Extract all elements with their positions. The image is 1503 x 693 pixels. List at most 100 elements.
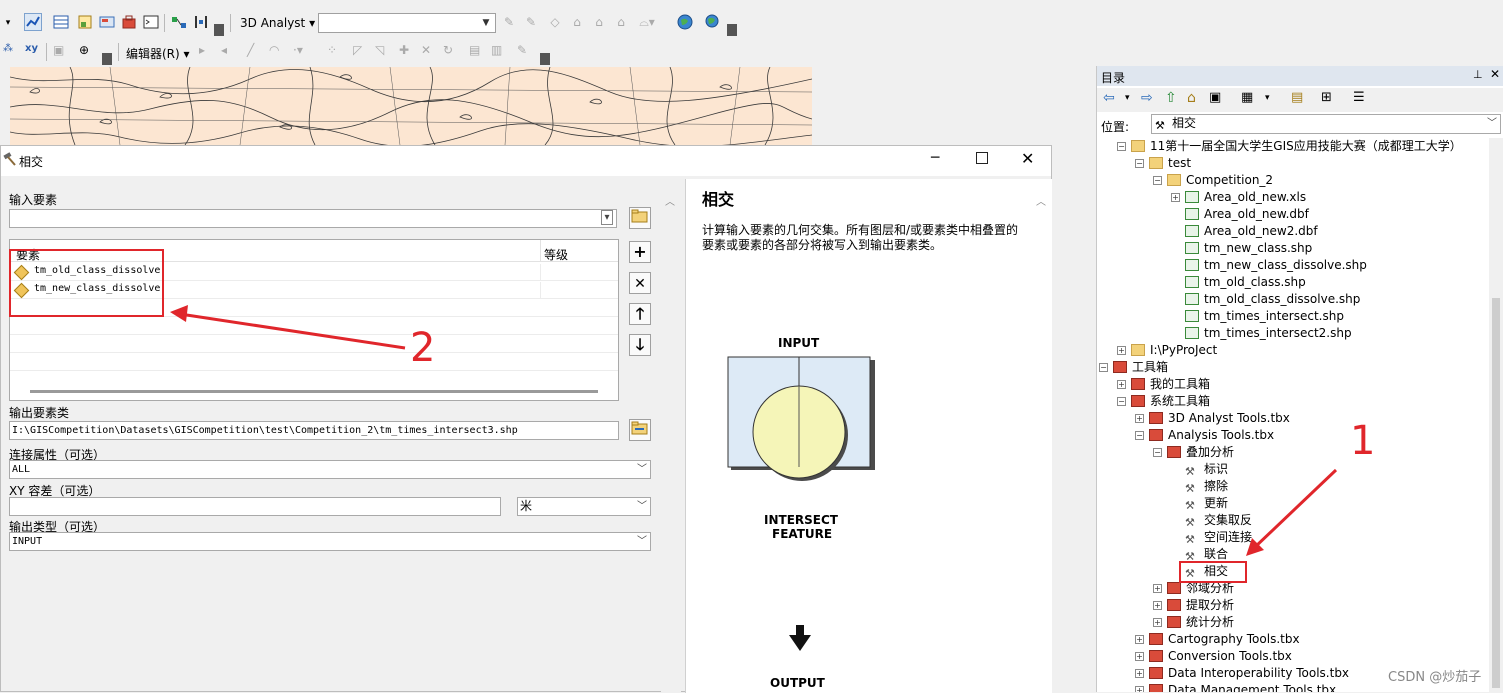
- scroll-up-icon[interactable]: ︿: [665, 193, 675, 208]
- collapse-icon[interactable]: −: [1117, 142, 1126, 151]
- expand-icon[interactable]: +: [1135, 686, 1144, 692]
- collapse-icon[interactable]: −: [1153, 448, 1162, 457]
- tree-item[interactable]: tm_old_class.shp: [1185, 274, 1306, 291]
- collapse-icon[interactable]: −: [1135, 431, 1144, 440]
- map-canvas[interactable]: [10, 67, 812, 145]
- tree-item[interactable]: 提取分析: [1167, 597, 1234, 614]
- globe-icon[interactable]: [676, 13, 694, 31]
- model-builder-icon[interactable]: [170, 13, 188, 31]
- move-up-button[interactable]: 🡑: [629, 303, 651, 325]
- expand-icon[interactable]: +: [1117, 346, 1126, 355]
- expand-icon[interactable]: +: [1153, 618, 1162, 627]
- tree-item[interactable]: Competition_2: [1167, 172, 1273, 189]
- catalog-window-icon[interactable]: [98, 13, 116, 31]
- tree-item[interactable]: tm_new_class.shp: [1185, 240, 1312, 257]
- layout-icon[interactable]: [76, 13, 94, 31]
- toolbox-icon[interactable]: [120, 13, 138, 31]
- add-row-button[interactable]: +: [629, 241, 651, 263]
- horizontal-scrollbar[interactable]: [30, 390, 598, 393]
- collapse-icon[interactable]: −: [1117, 397, 1126, 406]
- time-slider-icon[interactable]: [192, 13, 210, 31]
- expand-icon[interactable]: +: [1135, 652, 1144, 661]
- tree-item[interactable]: tm_times_intersect2.shp: [1185, 325, 1352, 342]
- dropdown-arrow-icon[interactable]: ▾: [0, 14, 16, 32]
- xy-unit-select[interactable]: 米 ﹀: [517, 497, 651, 516]
- properties-icon[interactable]: ☰: [1353, 90, 1365, 105]
- tree-item[interactable]: Analysis Tools.tbx: [1149, 427, 1274, 444]
- expand-icon[interactable]: +: [1135, 414, 1144, 423]
- expand-icon[interactable]: +: [1135, 669, 1144, 678]
- tree-item[interactable]: 统计分析: [1167, 614, 1234, 631]
- collapse-icon[interactable]: −: [1153, 176, 1162, 185]
- join-attributes-select[interactable]: ALL ﹀: [9, 460, 651, 479]
- forward-icon[interactable]: ⇨: [1141, 90, 1153, 106]
- output-feature-class-field[interactable]: I:\GISCompetition\Datasets\GISCompetitio…: [9, 421, 619, 440]
- remove-row-button[interactable]: ✕: [629, 272, 651, 294]
- add-xy-icon[interactable]: ⁂: [2, 42, 20, 60]
- input-features-combo[interactable]: ▾: [9, 209, 617, 228]
- editor-tool-icon[interactable]: [24, 13, 42, 31]
- up-folder-icon[interactable]: ⇧: [1165, 90, 1177, 106]
- xy-icon[interactable]: xy: [24, 42, 42, 60]
- expand-icon[interactable]: +: [1117, 380, 1126, 389]
- maximize-icon[interactable]: [976, 152, 988, 164]
- tree-item[interactable]: Conversion Tools.tbx: [1149, 648, 1292, 665]
- browse-output-button[interactable]: [629, 419, 651, 441]
- tree-item[interactable]: Area_old_new.xls: [1185, 189, 1306, 206]
- view-list-icon[interactable]: ▦: [1241, 90, 1253, 105]
- tree-item[interactable]: ⚒ 交集取反: [1185, 512, 1252, 529]
- tree-item[interactable]: 叠加分析: [1167, 444, 1234, 461]
- tree-item[interactable]: Cartography Tools.tbx: [1149, 631, 1300, 648]
- globe-search-icon[interactable]: [704, 13, 722, 31]
- attribute-table-icon[interactable]: [52, 13, 70, 31]
- back-icon[interactable]: ⇦: [1103, 90, 1115, 106]
- tree-item[interactable]: 3D Analyst Tools.tbx: [1149, 410, 1290, 427]
- zoom-tool-icon[interactable]: ⊕: [78, 42, 96, 60]
- close-icon[interactable]: ✕: [1490, 67, 1500, 81]
- minimize-icon[interactable]: ─: [931, 150, 947, 170]
- tree-item[interactable]: Data Interoperability Tools.tbx: [1149, 665, 1349, 682]
- dialog-title-bar[interactable]: 相交 ─ ✕: [1, 146, 1051, 176]
- pin-icon[interactable]: ⊥: [1473, 68, 1483, 81]
- tree-item[interactable]: ⚒ 擦除: [1185, 478, 1228, 495]
- toolbar-overflow-icon[interactable]: [102, 53, 112, 65]
- layer-combo[interactable]: ▼: [318, 13, 496, 33]
- tree-item[interactable]: tm_times_intersect.shp: [1185, 308, 1344, 325]
- tree-item[interactable]: 工具箱: [1113, 359, 1168, 376]
- tree-item[interactable]: tm_new_class_dissolve.shp: [1185, 257, 1367, 274]
- expand-icon[interactable]: +: [1153, 601, 1162, 610]
- tree-item[interactable]: Data Management Tools.tbx: [1149, 682, 1336, 692]
- new-folder-icon[interactable]: ▤: [1291, 90, 1303, 105]
- connect-folder-icon[interactable]: ▣: [1209, 90, 1221, 105]
- python-window-icon[interactable]: [142, 13, 160, 31]
- params-scrollbar[interactable]: ︿: [661, 179, 681, 693]
- collapse-icon[interactable]: −: [1135, 159, 1144, 168]
- help-scroll-up-icon[interactable]: ︿: [1036, 193, 1046, 208]
- chevron-down-icon[interactable]: ▾: [1125, 93, 1130, 103]
- location-combo[interactable]: ⚒ 相交 ﹀: [1151, 114, 1501, 134]
- 3d-analyst-menu[interactable]: 3D Analyst ▾: [240, 16, 315, 30]
- tree-options-icon[interactable]: ⊞: [1321, 90, 1332, 105]
- expand-icon[interactable]: +: [1135, 635, 1144, 644]
- toolbar-overflow-icon[interactable]: [214, 24, 224, 36]
- move-down-button[interactable]: 🡓: [629, 334, 651, 356]
- tree-item[interactable]: ⚒ 空间连接: [1185, 529, 1252, 546]
- scroll-thumb[interactable]: [1492, 298, 1500, 688]
- toolbar-overflow-icon[interactable]: [540, 53, 550, 65]
- tree-item[interactable]: test: [1149, 155, 1191, 172]
- tree-item[interactable]: ⚒ 更新: [1185, 495, 1228, 512]
- tree-item[interactable]: ⚒ 标识: [1185, 461, 1228, 478]
- tree-item[interactable]: 11第十一届全国大学生GIS应用技能大赛（成都理工大学）: [1131, 138, 1462, 155]
- home-icon[interactable]: ⌂: [1187, 90, 1196, 106]
- output-type-select[interactable]: INPUT ﹀: [9, 532, 651, 551]
- tree-item[interactable]: 系统工具箱: [1131, 393, 1210, 410]
- tree-item[interactable]: Area_old_new.dbf: [1185, 206, 1309, 223]
- tree-item[interactable]: Area_old_new2.dbf: [1185, 223, 1318, 240]
- chevron-down-icon[interactable]: ▾: [1265, 93, 1270, 103]
- toolbar-overflow-icon[interactable]: [727, 24, 737, 36]
- tree-item[interactable]: tm_old_class_dissolve.shp: [1185, 291, 1360, 308]
- catalog-scrollbar[interactable]: [1489, 138, 1503, 692]
- collapse-icon[interactable]: −: [1099, 363, 1108, 372]
- expand-icon[interactable]: +: [1171, 193, 1180, 202]
- expand-icon[interactable]: +: [1153, 584, 1162, 593]
